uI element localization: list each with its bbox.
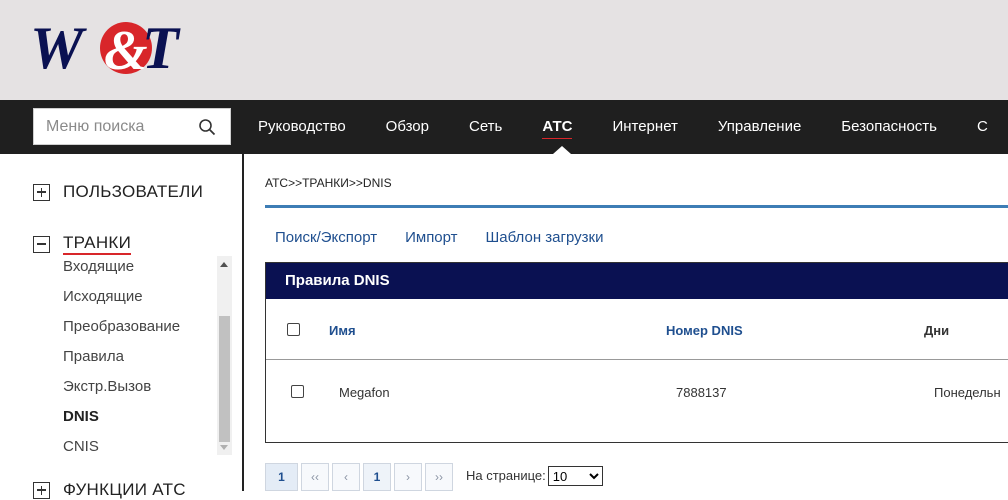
upload-template-link[interactable]: Шаблон загрузки xyxy=(486,229,604,246)
action-links: Поиск/Экспорт Импорт Шаблон загрузки xyxy=(275,229,631,246)
nav-menu: Руководство Обзор Сеть АТС Интернет Упра… xyxy=(258,100,1008,154)
sidebar-section-users-label: ПОЛЬЗОВАТЕЛИ xyxy=(63,182,204,201)
breadcrumb: АТС>>ТРАНКИ>>DNIS xyxy=(265,176,392,190)
sidebar-item-incoming[interactable]: Входящие xyxy=(63,254,213,284)
last-page-button[interactable]: ›› xyxy=(425,463,453,491)
sidebar-divider xyxy=(242,154,244,491)
prev-page-button[interactable]: ‹ xyxy=(332,463,360,491)
submenu-scrollbar[interactable] xyxy=(217,256,232,455)
select-all-checkbox[interactable] xyxy=(287,323,300,336)
expand-plus-icon[interactable] xyxy=(33,183,50,201)
sidebar-item-cnis[interactable]: CNIS xyxy=(63,434,213,464)
column-header-days[interactable]: Дни xyxy=(924,323,949,338)
sidebar-item-outgoing[interactable]: Исходящие xyxy=(63,284,213,314)
logo-letter-w: W xyxy=(30,16,87,78)
menu-search-box xyxy=(33,108,231,145)
sidebar-section-pbx-functions[interactable]: ФУНКЦИИ АТС xyxy=(33,480,186,500)
sidebar-item-emergency[interactable]: Экстр.Вызов xyxy=(63,374,213,404)
cell-dnis: 7888137 xyxy=(676,385,727,400)
scroll-down-arrow-icon[interactable] xyxy=(220,445,228,450)
nav-item-network[interactable]: Сеть xyxy=(469,100,502,154)
nav-item-security[interactable]: Безопасность xyxy=(841,100,937,154)
per-page-label: На странице: xyxy=(466,468,546,483)
scroll-up-arrow-icon[interactable] xyxy=(220,262,228,267)
column-header-name[interactable]: Имя xyxy=(329,323,356,338)
search-icon[interactable] xyxy=(198,118,216,136)
nav-item-more[interactable]: С xyxy=(977,100,988,154)
sidebar-section-trunks-label: ТРАНКИ xyxy=(63,233,132,255)
page-indicator[interactable]: 1 xyxy=(265,463,298,491)
sidebar-section-pbx-functions-label: ФУНКЦИИ АТС xyxy=(63,480,186,499)
main-navbar: Руководство Обзор Сеть АТС Интернет Упра… xyxy=(0,100,1008,154)
table-header: Имя Номер DNIS Дни xyxy=(266,299,1008,360)
panel-title: Правила DNIS xyxy=(266,263,1008,299)
nav-item-overview[interactable]: Обзор xyxy=(386,100,429,154)
collapse-minus-icon[interactable] xyxy=(33,235,50,253)
sidebar-item-rules[interactable]: Правила xyxy=(63,344,213,374)
sidebar-item-conversion[interactable]: Преобразование xyxy=(63,314,213,344)
dnis-rules-panel: Правила DNIS Имя Номер DNIS Дни Megafon … xyxy=(265,262,1008,443)
expand-plus-icon[interactable] xyxy=(33,481,50,499)
trunks-submenu: Входящие Исходящие Преобразование Правил… xyxy=(63,254,213,464)
per-page-select[interactable]: 10 xyxy=(547,466,603,486)
scroll-thumb[interactable] xyxy=(219,316,230,442)
search-export-link[interactable]: Поиск/Экспорт xyxy=(275,229,377,246)
column-header-dnis[interactable]: Номер DNIS xyxy=(666,323,743,338)
first-page-button[interactable]: ‹‹ xyxy=(301,463,329,491)
header: W & T xyxy=(0,0,1008,100)
pagination: 1 ‹‹ ‹ 1 › ›› На странице: 10 xyxy=(265,463,603,491)
sidebar-section-trunks[interactable]: ТРАНКИ xyxy=(33,233,132,255)
cell-name: Megafon xyxy=(339,385,390,400)
logo-letter-t: T xyxy=(142,16,181,78)
wt-logo[interactable]: W & T xyxy=(28,16,198,78)
menu-search-input[interactable] xyxy=(34,109,194,144)
import-link[interactable]: Импорт xyxy=(405,229,457,246)
sidebar-section-users[interactable]: ПОЛЬЗОВАТЕЛИ xyxy=(33,182,203,202)
nav-item-guide[interactable]: Руководство xyxy=(258,100,346,154)
page-number-button[interactable]: 1 xyxy=(363,463,391,491)
nav-item-management[interactable]: Управление xyxy=(718,100,801,154)
row-checkbox[interactable] xyxy=(291,385,304,398)
cell-days: Понедельн xyxy=(934,385,1001,400)
breadcrumb-divider xyxy=(265,205,1008,208)
active-nav-caret-icon xyxy=(553,146,571,154)
next-page-button[interactable]: › xyxy=(394,463,422,491)
sidebar-item-dnis[interactable]: DNIS xyxy=(63,404,213,434)
nav-item-internet[interactable]: Интернет xyxy=(612,100,677,154)
table-row[interactable]: Megafon 7888137 Понедельн xyxy=(266,361,1008,423)
